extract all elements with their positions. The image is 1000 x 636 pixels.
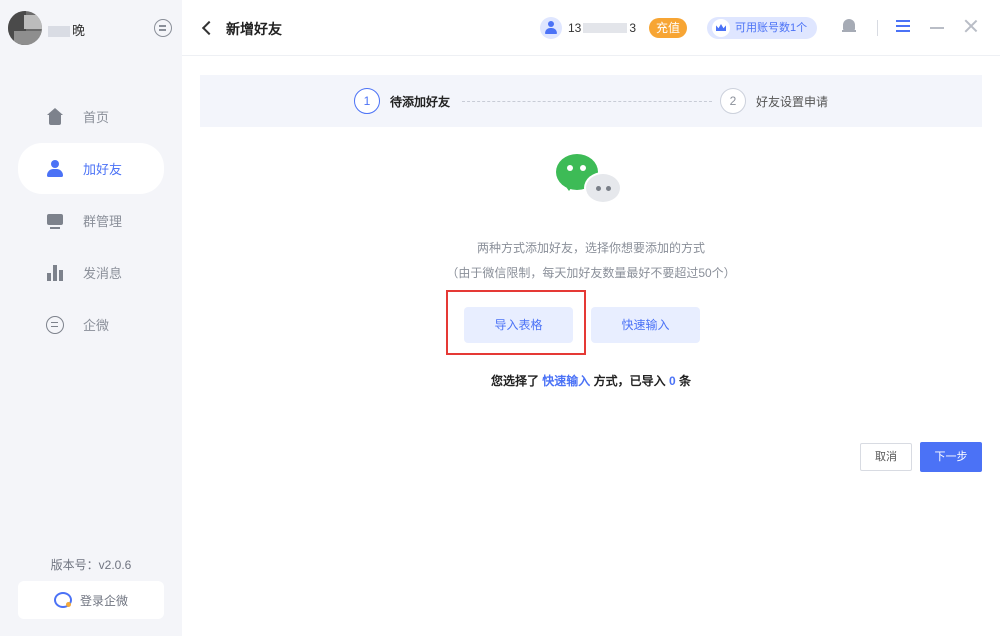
bar-chart-icon — [46, 264, 64, 282]
collapse-menu-icon[interactable] — [154, 19, 172, 37]
available-accounts-label: 可用账号数1个 — [735, 22, 808, 34]
user-icon — [46, 159, 64, 178]
page-title: 新增好友 — [226, 21, 282, 37]
step-2: 2 好友设置申请 — [720, 88, 828, 114]
sidebar-item-add-friend[interactable]: 加好友 — [18, 143, 164, 194]
username: 晚 — [48, 20, 85, 39]
crown-icon — [712, 19, 730, 37]
wechat-icon — [556, 154, 626, 210]
login-wecom-button[interactable]: 登录企微 — [18, 581, 164, 619]
cancel-button[interactable]: 取消 — [860, 443, 912, 471]
avatar[interactable] — [8, 11, 42, 45]
chat-icon — [46, 315, 64, 334]
sidebar: 晚 首页 加好友 群管理 发消息 企微 版本号：v2.0.6 登录企微 — [0, 0, 182, 636]
step-1: 1 待添加好友 — [354, 88, 450, 114]
sidebar-item-send-message[interactable]: 发消息 — [18, 247, 164, 298]
minimize-icon[interactable] — [930, 27, 944, 29]
account-info[interactable]: 13 3 — [540, 15, 636, 41]
step-connector — [462, 101, 712, 102]
version-label: 版本号：v2.0.6 — [50, 558, 132, 572]
sidebar-nav: 首页 加好友 群管理 发消息 企微 — [18, 91, 164, 351]
sidebar-item-label: 首页 — [83, 110, 110, 125]
menu-icon[interactable] — [896, 20, 910, 33]
sidebar-item-label: 企微 — [83, 318, 110, 333]
wecom-icon — [53, 592, 72, 608]
quick-input-button[interactable]: 快速输入 — [591, 307, 700, 343]
sidebar-item-label: 发消息 — [83, 266, 123, 281]
user-profile[interactable]: 晚 — [8, 9, 178, 47]
close-icon[interactable] — [964, 19, 978, 33]
step-indicator: 1 待添加好友 2 好友设置申请 — [200, 75, 982, 127]
step-number: 2 — [720, 88, 746, 114]
selected-method: 快速输入 — [542, 374, 591, 388]
sidebar-item-group-manage[interactable]: 群管理 — [18, 195, 164, 246]
top-bar: 新增好友 13 3 充值 可用账号数1个 — [182, 0, 1000, 56]
sidebar-item-label: 群管理 — [83, 214, 123, 229]
account-phone: 13 3 — [568, 21, 637, 35]
next-step-button[interactable]: 下一步 — [920, 442, 982, 472]
account-avatar-icon — [540, 17, 562, 39]
sidebar-item-home[interactable]: 首页 — [18, 91, 164, 142]
limit-note: （由于微信限制，每天加好友数量最好不要超过50个） — [446, 266, 736, 280]
step-label: 待添加好友 — [390, 94, 451, 109]
method-description: 两种方式添加好友，选择你想要添加的方式 — [476, 241, 705, 255]
login-wecom-label: 登录企微 — [79, 593, 128, 608]
sidebar-item-label: 加好友 — [83, 162, 123, 177]
home-icon — [46, 107, 64, 126]
bell-icon[interactable] — [842, 18, 856, 34]
available-accounts-badge[interactable]: 可用账号数1个 — [707, 17, 818, 39]
import-table-button[interactable]: 导入表格 — [464, 307, 573, 343]
imported-count: 0 — [669, 374, 676, 388]
sidebar-item-wecom[interactable]: 企微 — [18, 299, 164, 350]
recharge-button[interactable]: 充值 — [649, 18, 688, 38]
step-label: 好友设置申请 — [756, 94, 829, 109]
back-arrow-icon[interactable] — [200, 19, 214, 37]
step-number: 1 — [354, 88, 380, 114]
header-divider — [877, 20, 878, 36]
selection-summary: 您选择了 快速输入 方式，已导入 0 条 — [490, 374, 692, 388]
group-icon — [46, 212, 64, 230]
